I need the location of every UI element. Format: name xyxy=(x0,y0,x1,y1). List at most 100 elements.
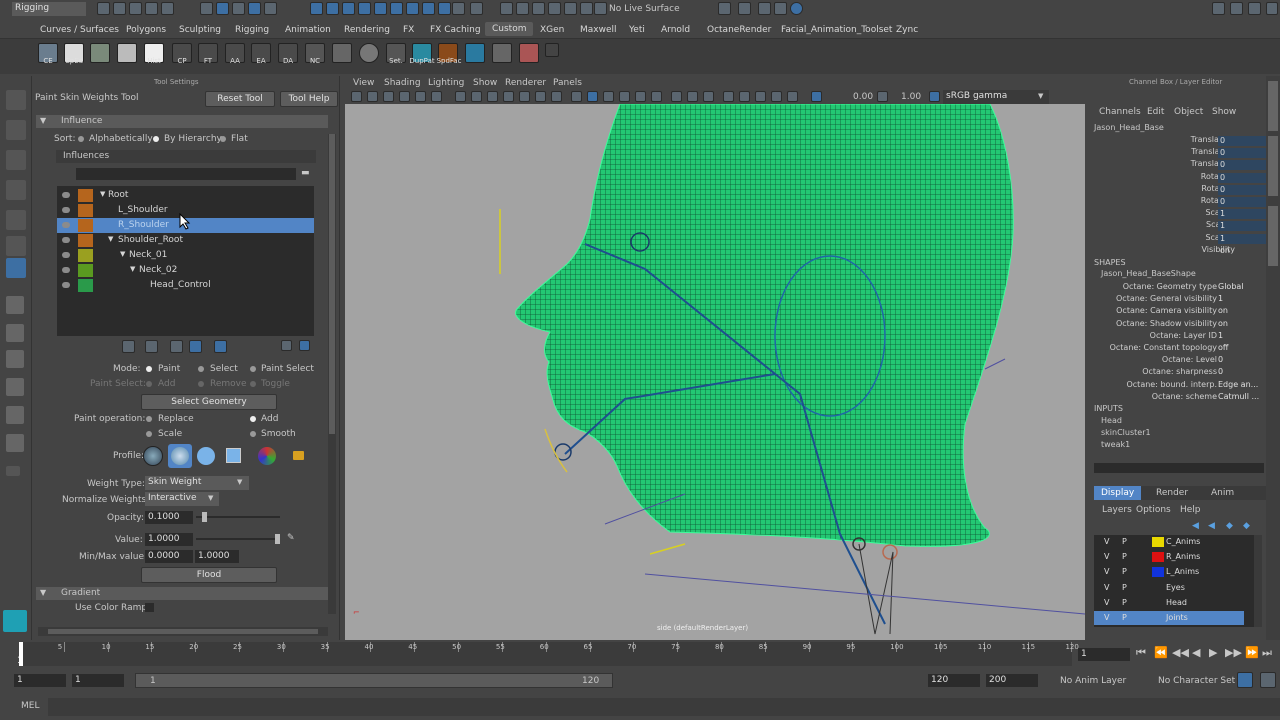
motion-blur-icon[interactable] xyxy=(687,91,698,102)
xray-active-icon[interactable] xyxy=(755,91,766,102)
mode-paint-radio[interactable] xyxy=(146,366,152,372)
shelf-menu-icon[interactable] xyxy=(545,43,559,57)
select-geometry-button[interactable]: Select Geometry xyxy=(141,394,277,410)
playback-start-field[interactable]: 1 xyxy=(72,674,124,687)
layer-visibility-toggle[interactable]: V xyxy=(1104,583,1109,592)
select-by-surface-icon[interactable] xyxy=(358,2,371,15)
influence-color-swatch[interactable] xyxy=(78,264,93,277)
arnold-icon[interactable] xyxy=(465,43,485,63)
influence-color-swatch[interactable] xyxy=(78,249,93,262)
textured-icon[interactable] xyxy=(619,91,630,102)
layer-color-swatch[interactable] xyxy=(1152,613,1164,623)
ipr-render-icon[interactable] xyxy=(738,2,751,15)
save-scene-icon[interactable] xyxy=(129,2,142,15)
lock-icon[interactable] xyxy=(452,2,465,15)
menu-show[interactable]: Show xyxy=(1212,107,1236,117)
expand-arrow-icon[interactable]: ▼ xyxy=(120,250,125,258)
paint-weights-tool-icon[interactable] xyxy=(6,258,26,278)
shape-attr-label[interactable]: Octane: bound. interp. xyxy=(1126,380,1217,389)
tab-octanerender[interactable]: OctaneRender xyxy=(707,25,771,35)
filter-options-icon[interactable]: ▬ xyxy=(301,168,310,178)
go-to-end-icon[interactable]: ⏭ xyxy=(1262,646,1272,660)
new-layer-selected-icon[interactable]: ◆ xyxy=(1243,521,1250,531)
expand-arrow-icon[interactable]: ▼ xyxy=(130,265,135,273)
head-mesh[interactable] xyxy=(515,104,1014,547)
camera-attributes-icon[interactable] xyxy=(367,91,378,102)
image-plane-icon[interactable] xyxy=(399,91,410,102)
gradient-section-header[interactable]: ▼ Gradient xyxy=(36,587,328,600)
tree-row-shoulder-root[interactable]: ▼ Shoulder_Root xyxy=(57,233,314,248)
sort-hierarchy-radio[interactable] xyxy=(153,136,159,142)
shape-attr-value[interactable]: Edge an... xyxy=(1218,380,1258,389)
sort-flat-radio[interactable] xyxy=(220,136,226,142)
step-forward-key-icon[interactable]: ▶▶ xyxy=(1225,646,1242,659)
influence-color-swatch[interactable] xyxy=(78,189,93,202)
input-skincluster[interactable]: skinCluster1 xyxy=(1101,428,1151,437)
layer-playback-toggle[interactable]: P xyxy=(1122,552,1127,561)
attribute-editor-tab[interactable] xyxy=(1268,136,1278,196)
layer-scrollbar[interactable] xyxy=(1254,535,1262,627)
menu-help[interactable]: Help xyxy=(1180,505,1201,515)
layer-visibility-toggle[interactable]: V xyxy=(1104,598,1109,607)
layout-graph-icon[interactable] xyxy=(6,406,24,424)
layer-row[interactable]: V P C_Anims xyxy=(1094,535,1244,549)
layer-playback-toggle[interactable]: P xyxy=(1122,598,1127,607)
magnify-icon[interactable] xyxy=(332,43,352,63)
viewport-panel[interactable]: View Shading Lighting Show Renderer Pane… xyxy=(345,76,1085,640)
grease-pencil-icon[interactable] xyxy=(431,91,442,102)
2d-pan-icon[interactable] xyxy=(415,91,426,102)
tab-sculpting[interactable]: Sculpting xyxy=(179,25,221,35)
weight-type-dropdown[interactable]: Skin Weight xyxy=(145,476,249,490)
channel-value-field[interactable]: 0 xyxy=(1218,160,1266,171)
layer-row[interactable]: V P Joints xyxy=(1094,611,1244,625)
layer-row[interactable]: V P Head xyxy=(1094,596,1244,610)
shape-attr-value[interactable]: 0 xyxy=(1218,355,1223,364)
menu-channels[interactable]: Channels xyxy=(1099,107,1141,117)
shape-attr-label[interactable]: Octane: sharpness xyxy=(1142,367,1217,376)
snap-surface-icon[interactable] xyxy=(564,2,577,15)
horizontal-scrollbar-thumb[interactable] xyxy=(48,629,318,634)
play-forwards-icon[interactable]: ▶ xyxy=(1209,646,1217,659)
lock-icon[interactable] xyxy=(62,267,70,273)
move-weights-icon[interactable] xyxy=(189,340,202,353)
help-icon[interactable] xyxy=(438,2,451,15)
layout-outliner-icon[interactable] xyxy=(6,378,24,396)
layer-visibility-toggle[interactable]: V xyxy=(1104,552,1109,561)
folder-icon[interactable] xyxy=(293,451,304,460)
op-replace-radio[interactable] xyxy=(146,416,152,422)
input-tweak[interactable]: tweak1 xyxy=(1101,440,1130,449)
select-by-render-icon[interactable] xyxy=(406,2,419,15)
lock-icon[interactable] xyxy=(62,252,70,258)
time-slider[interactable]: 5 10 15 20 25 30 35 40 45 50 55 60 65 70 75 80 85 90 95 100… xyxy=(0,640,1280,668)
tree-row-head-control[interactable]: Head_Control xyxy=(57,278,314,293)
layer-playback-toggle[interactable]: P xyxy=(1122,567,1127,576)
shadows-icon[interactable] xyxy=(651,91,662,102)
select-object-icon[interactable] xyxy=(216,2,229,15)
channel-value-field[interactable]: 0 xyxy=(1218,148,1266,159)
reset-tool-button[interactable]: Reset Tool xyxy=(205,91,275,107)
layer-color-swatch[interactable] xyxy=(1152,583,1164,593)
layout-more-icon[interactable] xyxy=(6,466,20,476)
tab-curves-surfaces[interactable]: Curves / Surfaces xyxy=(40,25,119,35)
bookmark-icon[interactable] xyxy=(383,91,394,102)
color-management-icon[interactable] xyxy=(929,91,940,102)
snap-view-icon[interactable] xyxy=(548,2,561,15)
shape-attr-value[interactable]: 1 xyxy=(1218,294,1223,303)
mode-select-radio[interactable] xyxy=(198,366,204,372)
channel-value-field[interactable]: 0 xyxy=(1218,184,1266,195)
shape-attr-value[interactable]: on xyxy=(1218,319,1228,328)
gamma-value[interactable]: 1.00 xyxy=(901,92,921,102)
profile-soft-selected-icon[interactable] xyxy=(168,444,192,468)
viewport-menu-renderer[interactable]: Renderer xyxy=(505,78,546,88)
layer-playback-toggle[interactable]: P xyxy=(1122,583,1127,592)
select-by-curve-icon[interactable] xyxy=(342,2,355,15)
redo-icon[interactable] xyxy=(161,2,174,15)
tool-help-button[interactable]: Tool Help xyxy=(280,91,338,107)
wireframe-icon[interactable] xyxy=(571,91,582,102)
tab-arnold[interactable]: Arnold xyxy=(661,25,690,35)
layout-two-icon[interactable] xyxy=(6,350,24,368)
layer-color-swatch[interactable] xyxy=(1152,598,1164,608)
channel-value-field[interactable]: 0 xyxy=(1218,136,1266,146)
safe-action-icon[interactable] xyxy=(535,91,546,102)
select-by-misc-icon[interactable] xyxy=(422,2,435,15)
